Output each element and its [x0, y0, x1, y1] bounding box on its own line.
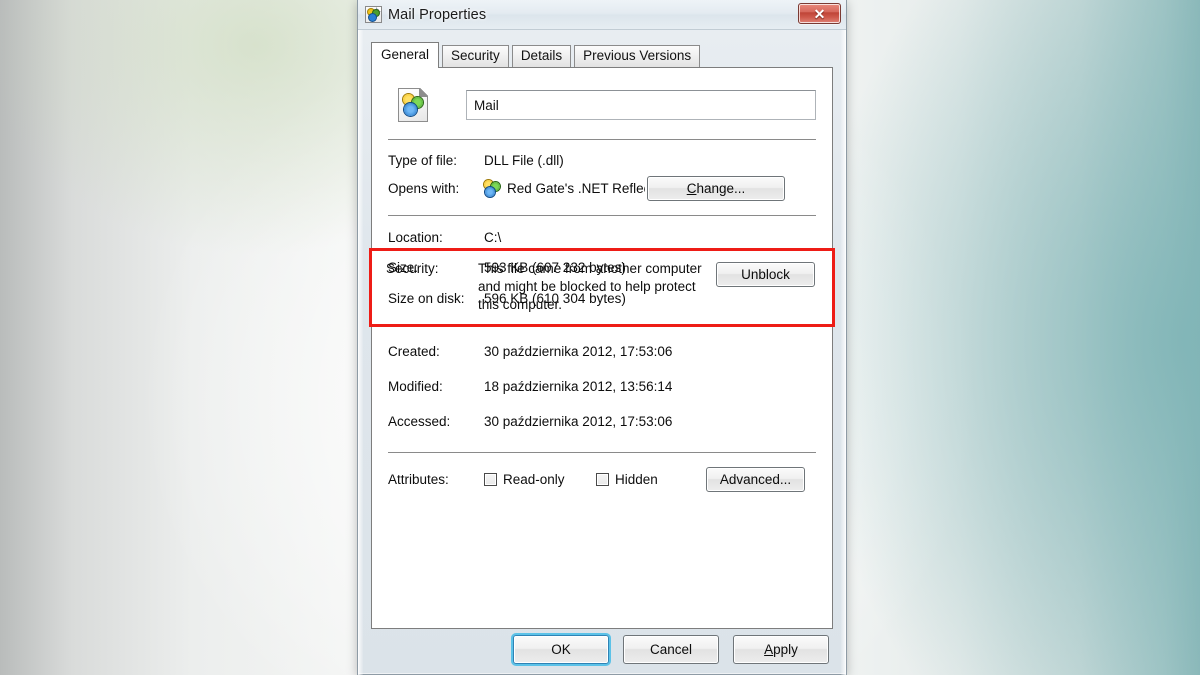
- window-left-glass-edge: [358, 0, 363, 675]
- desktop-background: Mail Properties ✕ General Security Detai…: [0, 0, 1200, 675]
- attributes-label: Attributes:: [388, 471, 484, 488]
- opens-with-app-name: Red Gate's .NET Reflec: [507, 181, 645, 196]
- unblock-label: Unblock: [741, 267, 790, 282]
- accessed-value: 30 października 2012, 17:53:06: [484, 413, 672, 430]
- type-of-file-value: DLL File (.dll): [484, 152, 564, 169]
- change-button[interactable]: Change...: [647, 176, 785, 201]
- tab-previous-versions[interactable]: Previous Versions: [574, 45, 700, 67]
- created-value: 30 października 2012, 17:53:06: [484, 343, 672, 360]
- type-of-file-row: Type of file: DLL File (.dll): [388, 152, 816, 169]
- type-of-file-label: Type of file:: [388, 152, 484, 169]
- tab-details[interactable]: Details: [512, 45, 571, 67]
- accessed-row: Accessed: 30 października 2012, 17:53:06: [388, 413, 816, 430]
- separator-2: [388, 215, 816, 216]
- tab-general[interactable]: General: [371, 42, 439, 68]
- security-section-highlight: Security: This file came from another co…: [369, 248, 835, 327]
- dialog-button-bar: OK Cancel Apply: [358, 624, 846, 674]
- location-value: C:\: [484, 229, 501, 246]
- readonly-label: Read-only: [503, 472, 565, 487]
- apply-button[interactable]: Apply: [733, 635, 829, 664]
- security-message: This file came from another computer and…: [478, 260, 706, 314]
- file-name-row: Mail: [388, 84, 816, 122]
- readonly-checkbox-wrap[interactable]: Read-only: [484, 472, 596, 487]
- dll-file-icon: [365, 6, 382, 23]
- general-tab-panel: Mail Type of file: DLL File (.dll) Opens…: [371, 67, 833, 629]
- separator-1: [388, 139, 816, 140]
- opens-with-label: Opens with:: [388, 180, 484, 197]
- file-name-input[interactable]: Mail: [466, 90, 816, 120]
- dll-gears-icon: [398, 88, 428, 122]
- unblock-button[interactable]: Unblock: [716, 262, 815, 287]
- tab-strip: General Security Details Previous Versio…: [371, 42, 833, 67]
- security-label: Security:: [386, 260, 478, 277]
- dll-gears-icon-small: [484, 180, 501, 197]
- tab-security[interactable]: Security: [442, 45, 509, 67]
- hidden-checkbox-wrap[interactable]: Hidden: [596, 472, 706, 487]
- hidden-checkbox[interactable]: [596, 473, 609, 486]
- readonly-checkbox[interactable]: [484, 473, 497, 486]
- cancel-button[interactable]: Cancel: [623, 635, 719, 664]
- created-label: Created:: [388, 343, 484, 360]
- advanced-label: Advanced...: [720, 472, 791, 487]
- close-icon: ✕: [814, 7, 826, 21]
- hidden-label: Hidden: [615, 472, 658, 487]
- accessed-label: Accessed:: [388, 413, 484, 430]
- opens-with-row: Opens with: Red Gate's .NET Reflec Chang…: [388, 176, 816, 201]
- location-label: Location:: [388, 229, 484, 246]
- attributes-row: Attributes: Read-only Hidden Advanced...: [388, 467, 816, 492]
- title-bar[interactable]: Mail Properties ✕: [358, 0, 846, 30]
- window-title: Mail Properties: [388, 7, 486, 23]
- window-right-glass-edge: [841, 0, 846, 675]
- created-row: Created: 30 października 2012, 17:53:06: [388, 343, 816, 360]
- cancel-label: Cancel: [650, 642, 692, 657]
- properties-dialog-window: Mail Properties ✕ General Security Detai…: [357, 0, 847, 675]
- ok-label: OK: [551, 642, 571, 657]
- separator-4: [388, 452, 816, 453]
- location-row: Location: C:\: [388, 229, 816, 246]
- ok-button[interactable]: OK: [513, 635, 609, 664]
- close-button[interactable]: ✕: [798, 3, 841, 24]
- modified-value: 18 października 2012, 13:56:14: [484, 378, 672, 395]
- file-name-value: Mail: [474, 98, 499, 113]
- advanced-button[interactable]: Advanced...: [706, 467, 805, 492]
- modified-row: Modified: 18 października 2012, 13:56:14: [388, 378, 816, 395]
- modified-label: Modified:: [388, 378, 484, 395]
